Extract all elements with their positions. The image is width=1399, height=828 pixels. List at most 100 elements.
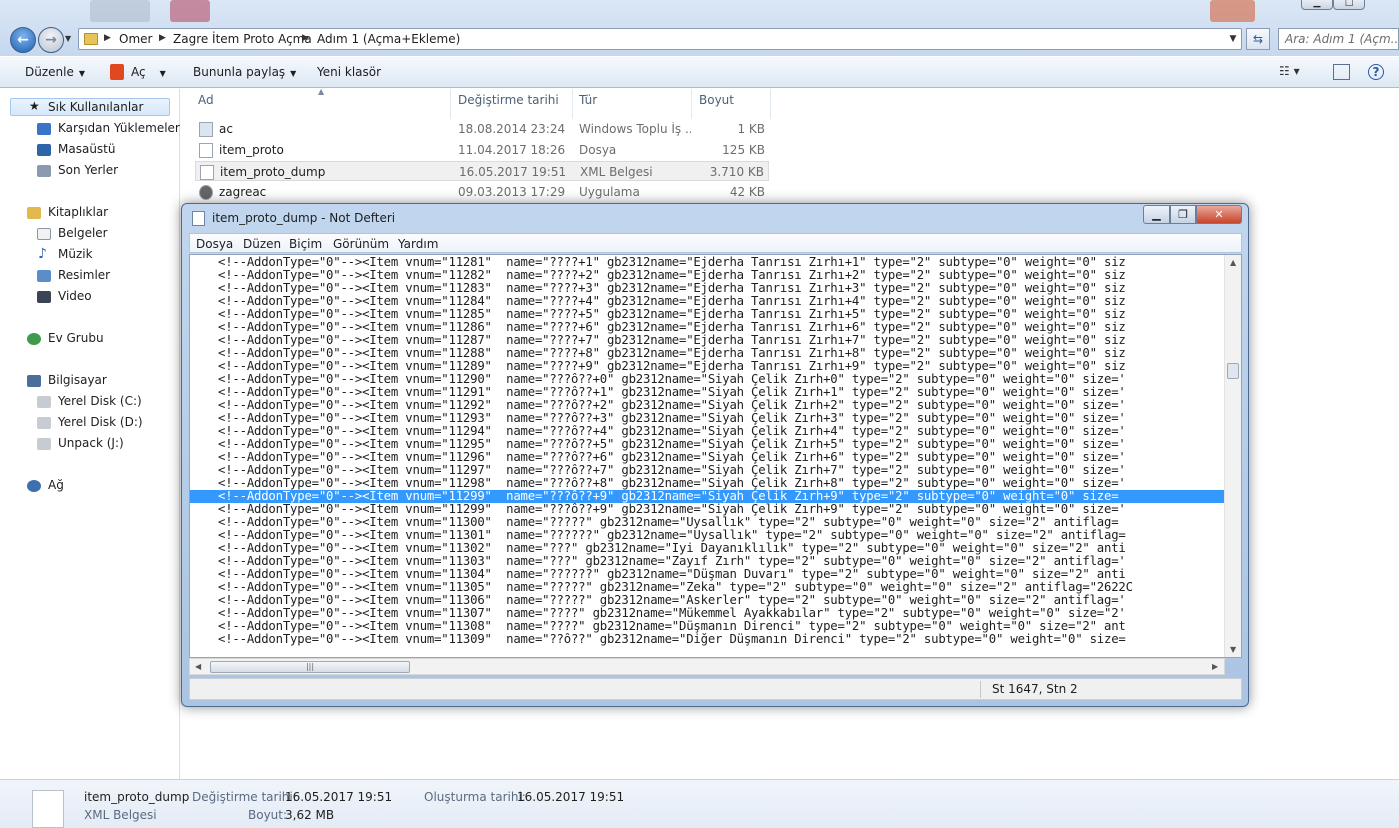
nav-music[interactable]: Müzik (58, 247, 93, 261)
nav-computer[interactable]: Bilgisayar (48, 373, 107, 387)
scroll-thumb[interactable] (1227, 363, 1239, 379)
share-button[interactable]: Bununla paylaş ▼ (193, 65, 296, 79)
nav-drive-d[interactable]: Yerel Disk (D:) (58, 415, 143, 429)
text-line[interactable]: <!--AddonType="0"--><Item vnum="11281" n… (190, 256, 1225, 269)
file-row[interactable]: zagreac 09.03.2013 17:29 Uygulama 42 KB (195, 182, 769, 202)
scroll-thumb[interactable]: ||| (210, 661, 410, 673)
file-row[interactable]: ac 18.08.2014 23:24 Windows Toplu İş ...… (195, 119, 769, 139)
column-header-type[interactable]: Tür (579, 93, 597, 107)
nav-network[interactable]: Ağ (48, 478, 64, 492)
menu-format[interactable]: Biçim (289, 237, 322, 251)
nav-libraries[interactable]: Kitaplıklar (48, 205, 108, 219)
column-divider[interactable] (450, 89, 451, 119)
breadcrumb-item[interactable]: Adım 1 (Açma+Ekleme) (317, 32, 460, 46)
scroll-left-icon[interactable]: ◀ (195, 662, 201, 671)
text-line[interactable]: <!--AddonType="0"--><Item vnum="11304" n… (190, 568, 1225, 581)
search-input[interactable]: Ara: Adım 1 (Açm... (1278, 28, 1399, 50)
nav-pictures[interactable]: Resimler (58, 268, 110, 282)
text-line[interactable]: <!--AddonType="0"--><Item vnum="11308" n… (190, 620, 1225, 633)
breadcrumb-separator-icon[interactable]: ▶ (159, 33, 166, 43)
nav-desktop[interactable]: Masaüstü (58, 142, 115, 156)
file-row[interactable]: item_proto 11.04.2017 18:26 Dosya 125 KB (195, 140, 769, 160)
column-divider[interactable] (691, 89, 692, 119)
explorer-address-area: ▁ □ ← → ▼ ▶ Omer ▶ Zagre İtem Proto Açma… (0, 0, 1399, 56)
forward-button[interactable]: → (38, 27, 64, 53)
breadcrumb-item[interactable]: Omer (119, 32, 152, 46)
text-line[interactable]: <!--AddonType="0"--><Item vnum="11307" n… (190, 607, 1225, 620)
column-header-name[interactable]: Ad (198, 93, 214, 107)
breadcrumb-item[interactable]: Zagre İtem Proto Açma (173, 32, 312, 46)
text-line[interactable]: <!--AddonType="0"--><Item vnum="11297" n… (190, 464, 1225, 477)
nav-documents[interactable]: Belgeler (58, 226, 108, 240)
nav-recent[interactable]: Son Yerler (58, 163, 118, 177)
history-dropdown[interactable]: ▼ (65, 34, 71, 43)
nav-homegroup[interactable]: Ev Grubu (48, 331, 104, 345)
address-bar[interactable]: ▶ Omer ▶ Zagre İtem Proto Açma ▶ Adım 1 … (78, 28, 1242, 50)
minimize-button[interactable]: ▁ (1143, 205, 1170, 224)
view-options-icon[interactable]: ☷ ▾ (1279, 64, 1300, 82)
new-folder-button[interactable]: Yeni klasör (317, 65, 381, 79)
text-line[interactable]: <!--AddonType="0"--><Item vnum="11283" n… (190, 282, 1225, 295)
menu-help[interactable]: Yardım (398, 237, 438, 251)
nav-drive-j[interactable]: Unpack (J:) (58, 436, 124, 450)
text-line[interactable]: <!--AddonType="0"--><Item vnum="11287" n… (190, 334, 1225, 347)
nav-downloads[interactable]: Karşıdan Yüklemeler (58, 121, 180, 135)
scroll-up-icon[interactable]: ▲ (1230, 258, 1236, 267)
text-line[interactable]: <!--AddonType="0"--><Item vnum="11303" n… (190, 555, 1225, 568)
nav-video[interactable]: Video (58, 289, 92, 303)
text-line[interactable]: <!--AddonType="0"--><Item vnum="11299" n… (190, 503, 1225, 516)
organize-button[interactable]: Düzenle ▼ (25, 65, 85, 79)
breadcrumb-separator-icon[interactable]: ▶ (104, 33, 111, 43)
column-header-modified[interactable]: Değiştirme tarihi (458, 93, 559, 107)
text-line[interactable]: <!--AddonType="0"--><Item vnum="11306" n… (190, 594, 1225, 607)
column-divider[interactable] (572, 89, 573, 119)
menu-file[interactable]: Dosya (196, 237, 233, 251)
file-row[interactable]: item_proto_dump 16.05.2017 19:51 XML Bel… (195, 161, 769, 181)
text-line[interactable]: <!--AddonType="0"--><Item vnum="11292" n… (190, 399, 1225, 412)
horizontal-scrollbar[interactable]: ◀ ||| ▶ (189, 658, 1225, 675)
text-line[interactable]: <!--AddonType="0"--><Item vnum="11282" n… (190, 269, 1225, 282)
vertical-scrollbar[interactable]: ▲ ▼ (1224, 255, 1241, 657)
text-line[interactable]: <!--AddonType="0"--><Item vnum="11286" n… (190, 321, 1225, 334)
column-header-size[interactable]: Boyut (699, 93, 734, 107)
text-editor[interactable]: <!--AddonType="0"--><Item vnum="11281" n… (189, 254, 1242, 658)
close-button[interactable]: ✕ (1196, 205, 1242, 224)
maximize-button[interactable]: ❐ (1170, 205, 1196, 224)
column-divider[interactable] (770, 89, 771, 119)
text-line[interactable]: <!--AddonType="0"--><Item vnum="11300" n… (190, 516, 1225, 529)
batch-file-icon (199, 122, 213, 137)
minimize-button[interactable]: ▁ (1301, 0, 1333, 10)
scroll-right-icon[interactable]: ▶ (1212, 662, 1218, 671)
scroll-down-icon[interactable]: ▼ (1230, 645, 1236, 654)
text-line[interactable]: <!--AddonType="0"--><Item vnum="11284" n… (190, 295, 1225, 308)
nav-favorites-label[interactable]: Sık Kullanılanlar (48, 100, 143, 114)
selected-text-line[interactable]: <!--AddonType="0"--><Item vnum="11299" n… (190, 490, 1225, 503)
breadcrumb-separator-icon[interactable]: ▶ (302, 33, 309, 43)
details-pane: item_proto_dump XML Belgesi Değiştirme t… (0, 779, 1399, 828)
help-icon[interactable]: ? (1368, 64, 1384, 80)
text-line[interactable]: <!--AddonType="0"--><Item vnum="11285" n… (190, 308, 1225, 321)
maximize-button[interactable]: □ (1333, 0, 1365, 10)
nav-drive-c[interactable]: Yerel Disk (C:) (58, 394, 142, 408)
address-dropdown[interactable]: ▼ (1224, 29, 1242, 49)
text-line[interactable]: <!--AddonType="0"--><Item vnum="11298" n… (190, 477, 1225, 490)
text-line[interactable]: <!--AddonType="0"--><Item vnum="11296" n… (190, 451, 1225, 464)
menu-view[interactable]: Görünüm (333, 237, 389, 251)
text-line[interactable]: <!--AddonType="0"--><Item vnum="11293" n… (190, 412, 1225, 425)
file-name: item_proto (219, 143, 284, 157)
text-line[interactable]: <!--AddonType="0"--><Item vnum="11289" n… (190, 360, 1225, 373)
text-line[interactable]: <!--AddonType="0"--><Item vnum="11305" n… (190, 581, 1225, 594)
menu-edit[interactable]: Düzen (243, 237, 281, 251)
text-line[interactable]: <!--AddonType="0"--><Item vnum="11309" n… (190, 633, 1225, 646)
refresh-button[interactable]: ⇆ (1246, 28, 1270, 50)
text-line[interactable]: <!--AddonType="0"--><Item vnum="11302" n… (190, 542, 1225, 555)
text-line[interactable]: <!--AddonType="0"--><Item vnum="11294" n… (190, 425, 1225, 438)
text-line[interactable]: <!--AddonType="0"--><Item vnum="11301" n… (190, 529, 1225, 542)
back-button[interactable]: ← (10, 27, 36, 53)
text-line[interactable]: <!--AddonType="0"--><Item vnum="11295" n… (190, 438, 1225, 451)
open-button[interactable]: Aç ▼ (131, 65, 166, 79)
text-line[interactable]: <!--AddonType="0"--><Item vnum="11291" n… (190, 386, 1225, 399)
text-line[interactable]: <!--AddonType="0"--><Item vnum="11288" n… (190, 347, 1225, 360)
text-line[interactable]: <!--AddonType="0"--><Item vnum="11290" n… (190, 373, 1225, 386)
preview-pane-icon[interactable] (1333, 64, 1350, 80)
